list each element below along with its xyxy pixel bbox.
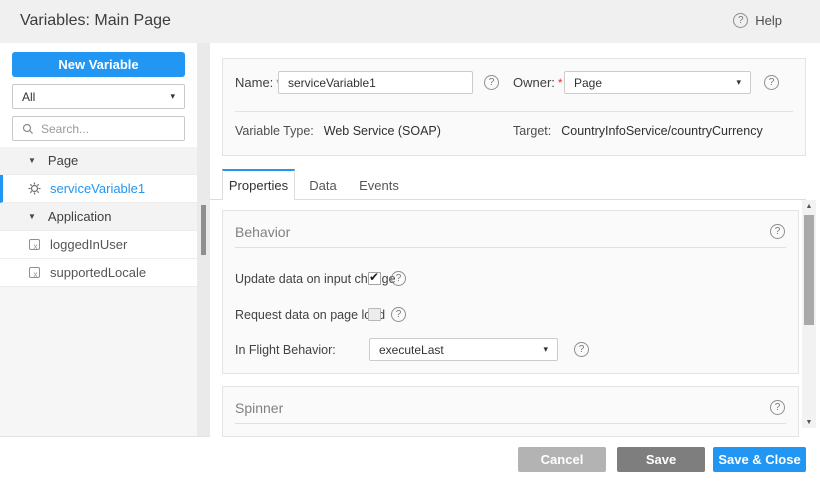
variables-tree: ▼ Page serviceVariable1 ▼ Application x … — [0, 147, 197, 287]
sidebar-scrollbar[interactable] — [197, 43, 210, 437]
tree-group-label: Application — [48, 209, 112, 224]
check-icon: ✔ — [369, 270, 379, 284]
help-label: Help — [755, 13, 782, 28]
variable-type-value: Web Service (SOAP) — [324, 124, 441, 138]
variables-sidebar: New Variable All ▾ ▼ Page serviceV — [0, 43, 197, 437]
dialog-header: Variables: Main Page ? Help — [0, 0, 820, 43]
sidebar-scrollbar-thumb[interactable] — [201, 205, 206, 255]
help-question-icon: ? — [733, 13, 748, 28]
name-label: Name: — [235, 75, 273, 90]
tree-group-application[interactable]: ▼ Application — [0, 203, 197, 231]
tab-data[interactable]: Data — [300, 171, 346, 199]
request-on-page-load-label: Request data on page load — [235, 308, 385, 322]
spinner-help-icon[interactable]: ? — [770, 400, 785, 415]
page-title: Variables: Main Page — [20, 12, 171, 30]
scroll-down-icon[interactable]: ▼ — [802, 416, 816, 428]
owner-selected-value: Page — [574, 76, 736, 90]
behavior-help-icon[interactable]: ? — [770, 224, 785, 239]
tree-group-label: Page — [48, 153, 78, 168]
update-on-input-change-checkbox[interactable]: ✔ — [368, 272, 381, 285]
model-variable-icon: x — [27, 238, 41, 252]
chevron-down-icon: ▾ — [736, 77, 741, 88]
name-help-icon[interactable]: ? — [484, 75, 499, 90]
tree-item-loggedinuser[interactable]: x loggedInUser — [0, 231, 197, 259]
new-variable-button[interactable]: New Variable — [12, 52, 185, 77]
spinner-title: Spinner — [235, 400, 283, 416]
variables-dialog: Variables: Main Page ? Help New Variable… — [0, 0, 820, 487]
section-divider — [235, 423, 786, 424]
tabbar-baseline — [210, 199, 806, 200]
tree-item-label: supportedLocale — [50, 265, 146, 280]
search-input[interactable] — [41, 122, 171, 136]
tree-item-servicevariable1[interactable]: serviceVariable1 — [0, 175, 197, 203]
owner-select[interactable]: Page ▾ — [564, 71, 751, 94]
save-button[interactable]: Save — [617, 447, 705, 472]
in-flight-behavior-value: executeLast — [379, 343, 543, 357]
content-scrollbar[interactable]: ▲ ▼ — [802, 200, 816, 428]
spinner-section: Spinner ? — [222, 386, 799, 437]
save-and-close-button[interactable]: Save & Close — [713, 447, 806, 472]
help-button[interactable]: ? Help — [733, 13, 782, 28]
variable-search-box[interactable] — [12, 116, 185, 141]
in-flight-behavior-label: In Flight Behavior: — [235, 343, 336, 357]
tree-item-label: serviceVariable1 — [50, 181, 145, 196]
in-flight-behavior-select[interactable]: executeLast ▾ — [369, 338, 558, 361]
tree-item-label: loggedInUser — [50, 237, 127, 252]
search-icon — [21, 122, 35, 136]
behavior-title: Behavior — [235, 224, 290, 240]
request-on-page-load-help-icon[interactable]: ? — [391, 307, 406, 322]
request-on-page-load-checkbox[interactable] — [368, 308, 381, 321]
variable-summary-panel: Name: * ? Owner: * Page ▾ ? Variable Typ… — [222, 58, 806, 156]
service-variable-icon — [27, 182, 41, 196]
chevron-down-icon: ▾ — [170, 91, 175, 102]
variable-filter-select[interactable]: All ▾ — [12, 84, 185, 109]
behavior-section: Behavior ? Update data on input change ✔… — [222, 210, 799, 374]
filter-selected-value: All — [22, 90, 170, 104]
tab-properties[interactable]: Properties — [222, 169, 295, 200]
content-scrollbar-thumb[interactable] — [804, 215, 814, 325]
variable-type-label: Variable Type: — [235, 124, 314, 138]
section-divider — [235, 247, 786, 248]
target-label: Target: — [513, 124, 551, 138]
tree-group-page[interactable]: ▼ Page — [0, 147, 197, 175]
owner-label: Owner: — [513, 75, 555, 90]
sidebar-controls: New Variable All ▾ — [0, 43, 197, 147]
variable-name-input[interactable] — [278, 71, 473, 94]
tree-expanded-icon: ▼ — [28, 156, 36, 165]
panel-divider — [235, 111, 793, 112]
owner-help-icon[interactable]: ? — [764, 75, 779, 90]
tree-item-supportedlocale[interactable]: x supportedLocale — [0, 259, 197, 287]
tab-events[interactable]: Events — [352, 171, 406, 199]
update-on-input-change-help-icon[interactable]: ? — [391, 271, 406, 286]
target-value: CountryInfoService/countryCurrency — [561, 124, 762, 138]
cancel-button[interactable]: Cancel — [518, 447, 606, 472]
required-asterisk: * — [558, 76, 563, 90]
in-flight-behavior-help-icon[interactable]: ? — [574, 342, 589, 357]
dialog-footer: Cancel Save Save & Close — [0, 437, 820, 487]
scroll-up-icon[interactable]: ▲ — [802, 200, 816, 212]
model-variable-icon: x — [27, 266, 41, 280]
chevron-down-icon: ▾ — [543, 344, 548, 355]
tree-expanded-icon: ▼ — [28, 212, 36, 221]
